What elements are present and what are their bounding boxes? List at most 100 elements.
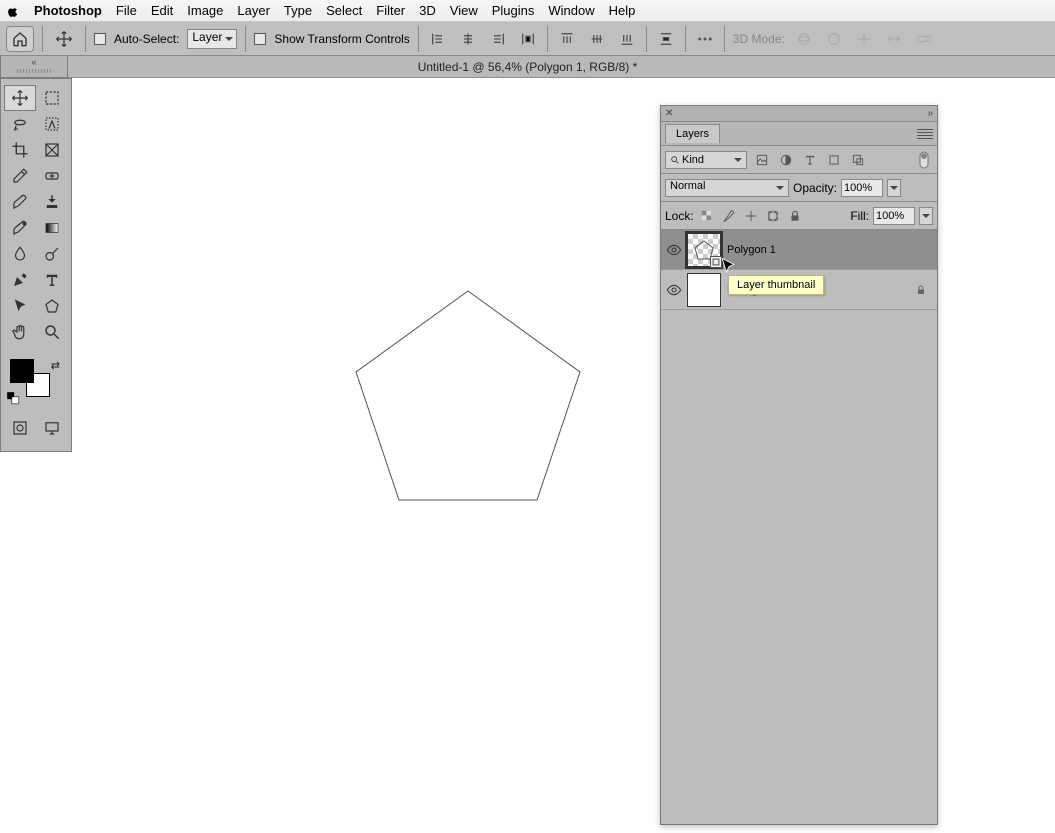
- type-tool[interactable]: [36, 267, 68, 293]
- frame-tool[interactable]: [36, 137, 68, 163]
- visibility-toggle[interactable]: [661, 242, 687, 258]
- fill-field[interactable]: 100%: [873, 207, 915, 225]
- separator: [245, 26, 246, 52]
- menu-filter[interactable]: Filter: [376, 3, 405, 18]
- layer-thumbnail[interactable]: [687, 273, 721, 307]
- filter-shape-icon[interactable]: [825, 151, 843, 169]
- visibility-toggle[interactable]: [661, 282, 687, 298]
- separator: [85, 26, 86, 52]
- lock-image-icon[interactable]: [720, 207, 738, 225]
- show-transform-label: Show Transform Controls: [274, 32, 409, 46]
- foreground-color-swatch[interactable]: [10, 359, 34, 383]
- lock-all-icon[interactable]: [786, 207, 804, 225]
- lock-artboard-icon[interactable]: [764, 207, 782, 225]
- crop-tool[interactable]: [4, 137, 36, 163]
- menu-view[interactable]: View: [450, 3, 478, 18]
- clone-stamp-tool[interactable]: [36, 189, 68, 215]
- default-colors-icon[interactable]: [6, 391, 20, 405]
- path-selection-tool[interactable]: [4, 293, 36, 319]
- home-button[interactable]: [6, 26, 34, 52]
- tools-panel: ⇄: [0, 78, 72, 452]
- align-right-icon[interactable]: [487, 28, 509, 50]
- apple-icon[interactable]: [6, 4, 20, 18]
- dodge-tool[interactable]: [36, 241, 68, 267]
- opacity-dropdown[interactable]: [887, 179, 901, 197]
- app-name: Photoshop: [34, 3, 102, 18]
- swap-colors-icon[interactable]: ⇄: [51, 359, 60, 372]
- document-title-bar: Untitled-1 @ 56,4% (Polygon 1, RGB/8) *: [0, 56, 1055, 78]
- move-tool-icon[interactable]: [51, 26, 77, 52]
- align-left-icon[interactable]: [427, 28, 449, 50]
- lock-label: Lock:: [665, 209, 694, 223]
- opacity-field[interactable]: 100%: [841, 179, 883, 197]
- 3d-slide-icon: [883, 28, 905, 50]
- show-transform-checkbox[interactable]: [254, 33, 266, 45]
- align-top-icon[interactable]: [556, 28, 578, 50]
- separator: [547, 26, 548, 52]
- layer-row-polygon-1[interactable]: Polygon 1: [661, 230, 937, 270]
- separator: [724, 26, 725, 52]
- lock-transparency-icon[interactable]: [698, 207, 716, 225]
- object-selection-tool[interactable]: [36, 111, 68, 137]
- menu-3d[interactable]: 3D: [419, 3, 436, 18]
- blur-tool[interactable]: [4, 241, 36, 267]
- layers-panel: ✕ » Layers Kind Normal Opacity: 100% Loc…: [660, 105, 938, 825]
- distribute-h-icon[interactable]: [517, 28, 539, 50]
- collapse-panel-icon[interactable]: »: [927, 108, 933, 119]
- shape-tool[interactable]: [36, 293, 68, 319]
- lock-row: Lock: Fill: 100%: [661, 202, 937, 230]
- tooltip: Layer thumbnail: [728, 275, 824, 295]
- layer-filter-row: Kind: [661, 146, 937, 174]
- filter-smart-icon[interactable]: [849, 151, 867, 169]
- distribute-v-icon[interactable]: [655, 28, 677, 50]
- filter-pixel-icon[interactable]: [753, 151, 771, 169]
- gradient-tool[interactable]: [36, 215, 68, 241]
- menu-file[interactable]: File: [116, 3, 137, 18]
- marquee-tool[interactable]: [36, 85, 68, 111]
- menu-help[interactable]: Help: [609, 3, 636, 18]
- menu-window[interactable]: Window: [548, 3, 594, 18]
- layer-thumbnail[interactable]: [687, 233, 721, 267]
- auto-select-target-dropdown[interactable]: Layer: [187, 29, 237, 49]
- pen-tool[interactable]: [4, 267, 36, 293]
- filter-type-icon[interactable]: [801, 151, 819, 169]
- lock-position-icon[interactable]: [742, 207, 760, 225]
- menu-select[interactable]: Select: [326, 3, 362, 18]
- menu-edit[interactable]: Edit: [151, 3, 173, 18]
- shape-badge-icon: [710, 256, 722, 268]
- history-brush-tool[interactable]: [4, 215, 36, 241]
- align-bottom-icon[interactable]: [616, 28, 638, 50]
- menu-image[interactable]: Image: [187, 3, 223, 18]
- screen-mode-icon[interactable]: [36, 415, 68, 441]
- filter-kind-dropdown[interactable]: Kind: [665, 151, 747, 169]
- panel-menu-icon[interactable]: [917, 129, 933, 139]
- panel-collapse-tab[interactable]: «: [0, 56, 68, 78]
- fill-dropdown[interactable]: [919, 207, 933, 225]
- align-center-h-icon[interactable]: [457, 28, 479, 50]
- healing-brush-tool[interactable]: [36, 163, 68, 189]
- lasso-tool[interactable]: [4, 111, 36, 137]
- blend-mode-dropdown[interactable]: Normal: [665, 179, 789, 197]
- menu-plugins[interactable]: Plugins: [492, 3, 535, 18]
- menu-layer[interactable]: Layer: [237, 3, 270, 18]
- tab-layers[interactable]: Layers: [665, 124, 720, 143]
- zoom-tool[interactable]: [36, 319, 68, 345]
- move-tool[interactable]: [4, 85, 36, 111]
- more-options-icon[interactable]: [694, 28, 716, 50]
- eyedropper-tool[interactable]: [4, 163, 36, 189]
- close-panel-icon[interactable]: ✕: [665, 108, 673, 119]
- panel-titlebar[interactable]: ✕ »: [661, 106, 937, 122]
- quick-mask-icon[interactable]: [4, 415, 36, 441]
- align-center-v-icon[interactable]: [586, 28, 608, 50]
- menu-bar: Photoshop File Edit Image Layer Type Sel…: [0, 0, 1055, 22]
- auto-select-checkbox[interactable]: [94, 33, 106, 45]
- separator: [685, 26, 686, 52]
- hand-tool[interactable]: [4, 319, 36, 345]
- layer-name[interactable]: Polygon 1: [727, 244, 776, 256]
- filter-toggle-switch[interactable]: [915, 151, 933, 169]
- brush-tool[interactable]: [4, 189, 36, 215]
- lock-icon: [915, 284, 927, 296]
- filter-adjustment-icon[interactable]: [777, 151, 795, 169]
- 3d-camera-icon: [913, 28, 935, 50]
- menu-type[interactable]: Type: [284, 3, 312, 18]
